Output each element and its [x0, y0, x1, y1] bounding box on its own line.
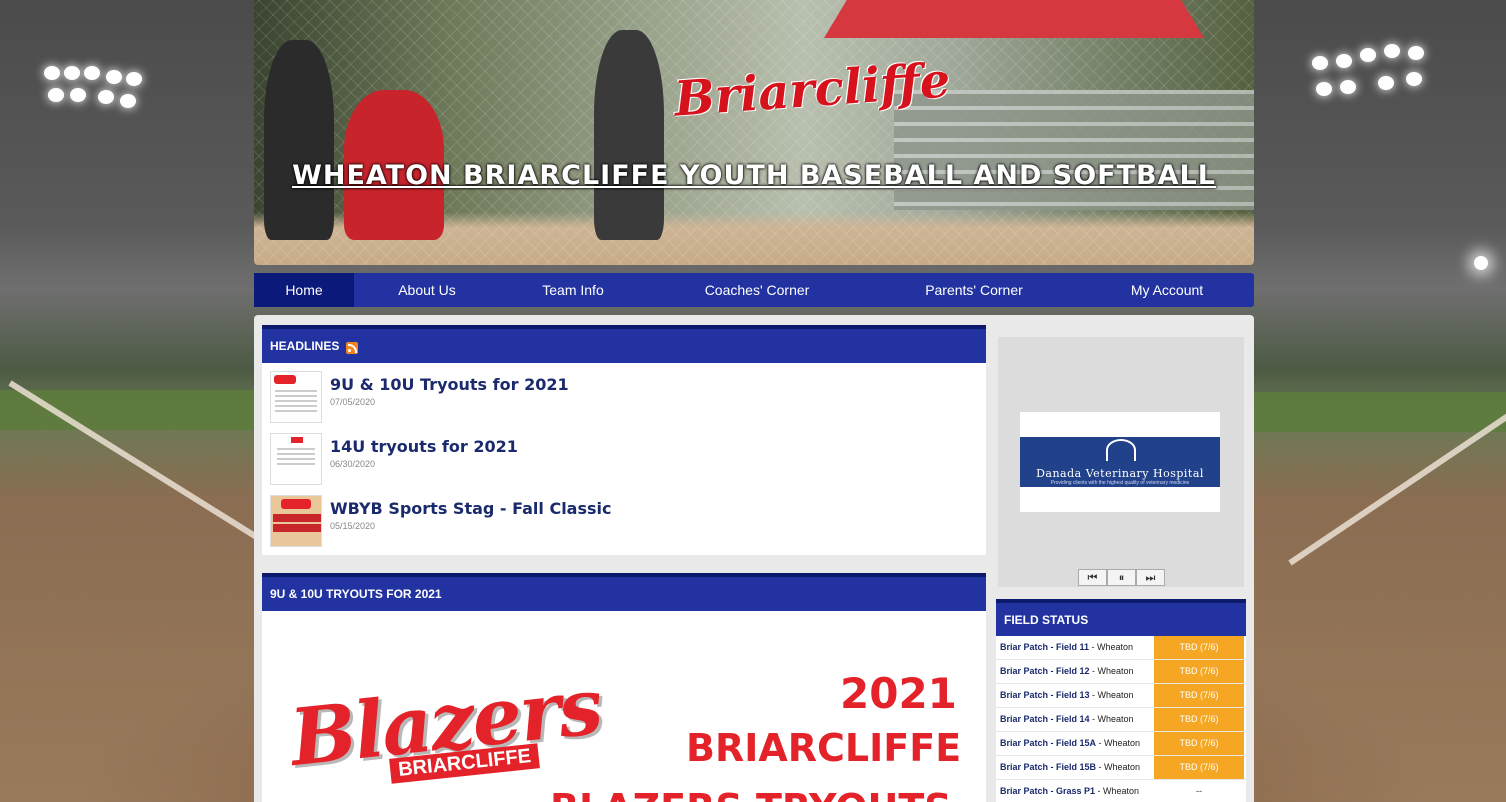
- field-status-row: Briar Patch - Field 13 - Wheaton TBD (7/…: [996, 684, 1246, 708]
- content-area: HEADLINES 9U & 10U Tryouts for 2021 07/0…: [254, 315, 1254, 802]
- nav-coaches-corner[interactable]: Coaches' Corner: [646, 273, 868, 307]
- header-banner: Briarcliffe WHEATON BRIARCLIFFE YOUTH BA…: [254, 0, 1254, 265]
- nav-home[interactable]: Home: [254, 273, 354, 307]
- pause-icon[interactable]: ⏸: [1107, 569, 1136, 586]
- sponsor-band: Danada Veterinary Hospital Providing cli…: [1020, 437, 1220, 487]
- nav-my-account[interactable]: My Account: [1080, 273, 1254, 307]
- batter-figure: [594, 30, 664, 240]
- headline-link[interactable]: WBYB Sports Stag - Fall Classic: [330, 499, 612, 518]
- article-header: 9U & 10U TRYOUTS FOR 2021: [262, 573, 986, 611]
- field-status-badge: TBD (7/6): [1154, 636, 1244, 659]
- field-name[interactable]: Briar Patch - Field 11 - Wheaton: [996, 636, 1154, 659]
- site-title: WHEATON BRIARCLIFFE YOUTH BASEBALL AND S…: [292, 160, 1216, 191]
- field-status-badge: --: [1154, 780, 1244, 802]
- field-status-row: Briar Patch - Grass P1 - Wheaton --: [996, 780, 1246, 802]
- article-image-line1: BRIARCLIFFE: [686, 726, 962, 770]
- field-name[interactable]: Briar Patch - Field 15A - Wheaton: [996, 732, 1154, 755]
- headline-thumbnail[interactable]: [270, 495, 322, 547]
- field-name[interactable]: Briar Patch - Field 14 - Wheaton: [996, 708, 1154, 731]
- sponsor-rotator: Danada Veterinary Hospital Providing cli…: [998, 337, 1244, 587]
- field-status-row: Briar Patch - Field 11 - Wheaton TBD (7/…: [996, 636, 1246, 660]
- headline-item[interactable]: WBYB Sports Stag - Fall Classic 05/15/20…: [270, 495, 970, 549]
- nav-team-info[interactable]: Team Info: [500, 273, 646, 307]
- main-nav: Home About Us Team Info Coaches' Corner …: [254, 273, 1254, 307]
- field-status-title: FIELD STATUS: [1004, 612, 1089, 627]
- headlines-header: HEADLINES: [262, 325, 986, 363]
- field-status-badge: TBD (7/6): [1154, 684, 1244, 707]
- article-image[interactable]: Blazers BRIARCLIFFE 2021 BRIARCLIFFE BLA…: [262, 611, 986, 802]
- nav-parents-corner[interactable]: Parents' Corner: [868, 273, 1080, 307]
- light-flare: [1474, 256, 1488, 270]
- field-status-badge: TBD (7/6): [1154, 708, 1244, 731]
- field-status-row: Briar Patch - Field 15A - Wheaton TBD (7…: [996, 732, 1246, 756]
- headline-date: 06/30/2020: [330, 459, 376, 469]
- sponsor-name: Danada Veterinary Hospital: [1036, 467, 1204, 480]
- page-wrapper: Briarcliffe WHEATON BRIARCLIFFE YOUTH BA…: [254, 0, 1254, 802]
- field-status-panel: FIELD STATUS Briar Patch - Field 11 - Wh…: [996, 599, 1246, 802]
- field-status-row: Briar Patch - Field 15B - Wheaton TBD (7…: [996, 756, 1246, 780]
- field-status-row: Briar Patch - Field 14 - Wheaton TBD (7/…: [996, 708, 1246, 732]
- article-image-year: 2021: [840, 669, 957, 718]
- article-image-line2: BLAZERS TRYOUTS: [550, 786, 952, 802]
- sponsor-tagline: Providing clients with the highest quali…: [1050, 480, 1190, 486]
- field-status-badge: TBD (7/6): [1154, 756, 1244, 779]
- sponsor-ad[interactable]: Danada Veterinary Hospital Providing cli…: [1020, 412, 1220, 512]
- umpire-figure: [264, 40, 334, 240]
- next-icon[interactable]: ⏭: [1136, 569, 1165, 586]
- headline-date: 05/15/2020: [330, 521, 376, 531]
- headline-item[interactable]: 9U & 10U Tryouts for 2021 07/05/2020: [270, 371, 970, 425]
- field-name[interactable]: Briar Patch - Grass P1 - Wheaton: [996, 780, 1154, 802]
- field-status-header: FIELD STATUS: [996, 599, 1246, 636]
- rotator-controls: ⏮ ⏸ ⏭: [1078, 569, 1165, 586]
- headline-thumbnail[interactable]: [270, 433, 322, 485]
- field-name[interactable]: Briar Patch - Field 15B - Wheaton: [996, 756, 1154, 779]
- field-status-badge: TBD (7/6): [1154, 660, 1244, 683]
- headlines-title: HEADLINES: [270, 339, 340, 353]
- article-title[interactable]: 9U & 10U TRYOUTS FOR 2021: [270, 587, 442, 601]
- rss-icon[interactable]: [346, 341, 359, 354]
- headline-link[interactable]: 14U tryouts for 2021: [330, 437, 518, 456]
- headline-item[interactable]: 14U tryouts for 2021 06/30/2020: [270, 433, 970, 487]
- headline-date: 07/05/2020: [330, 397, 376, 407]
- canopy-tent: [824, 0, 1204, 38]
- pet-icon: [1106, 439, 1136, 461]
- field-name[interactable]: Briar Patch - Field 13 - Wheaton: [996, 684, 1154, 707]
- field-status-row: Briar Patch - Field 12 - Wheaton TBD (7/…: [996, 660, 1246, 684]
- field-status-badge: TBD (7/6): [1154, 732, 1244, 755]
- previous-icon[interactable]: ⏮: [1078, 569, 1107, 586]
- outfield-grass-right: [1254, 392, 1506, 432]
- headlines-panel: HEADLINES 9U & 10U Tryouts for 2021 07/0…: [262, 325, 986, 555]
- outfield-grass-left: [0, 390, 254, 430]
- headline-thumbnail[interactable]: [270, 371, 322, 423]
- headline-link[interactable]: 9U & 10U Tryouts for 2021: [330, 375, 569, 394]
- field-name[interactable]: Briar Patch - Field 12 - Wheaton: [996, 660, 1154, 683]
- article-panel: 9U & 10U TRYOUTS FOR 2021 Blazers BRIARC…: [262, 573, 986, 802]
- nav-about-us[interactable]: About Us: [354, 273, 500, 307]
